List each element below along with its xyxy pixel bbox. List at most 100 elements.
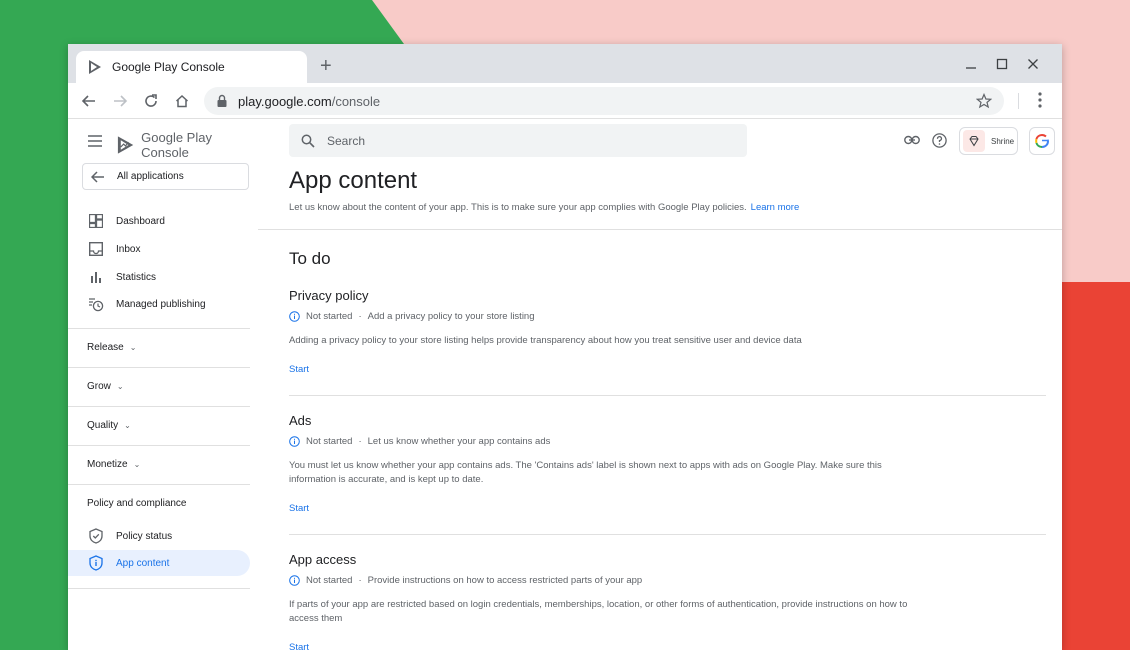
- schedule-icon: [88, 296, 104, 312]
- separator-dot: ·: [358, 575, 362, 586]
- brand-suffix: Console: [141, 145, 189, 160]
- dashboard-icon: [88, 213, 104, 229]
- sidebar-section-grow[interactable]: Grow ⌄: [68, 367, 250, 405]
- start-button[interactable]: Start: [289, 642, 1046, 650]
- close-icon[interactable]: [1027, 58, 1039, 70]
- info-icon: [289, 311, 300, 322]
- toolbar-separator: [1018, 93, 1019, 109]
- brand-logo[interactable]: Google Play Console: [116, 130, 258, 160]
- sidebar-item-label: App content: [116, 557, 170, 569]
- search-icon: [301, 134, 315, 148]
- task-card-privacy-policy: Privacy policy Not started · Add a privacy…: [289, 288, 1046, 375]
- section-label: Policy and compliance: [87, 498, 187, 509]
- browser-tab[interactable]: Google Play Console: [76, 51, 307, 83]
- section-label: Grow: [87, 381, 111, 392]
- play-console-icon: [89, 60, 101, 74]
- address-bar[interactable]: play.google.com/console: [204, 87, 1004, 115]
- card-divider: [289, 395, 1046, 396]
- back-button[interactable]: [79, 91, 99, 111]
- more-vert-icon[interactable]: [1033, 91, 1047, 109]
- chevron-down-icon: ⌄: [124, 421, 131, 430]
- search-placeholder: Search: [327, 133, 366, 148]
- start-button[interactable]: Start: [289, 503, 1046, 514]
- separator-dot: ·: [358, 436, 362, 447]
- tab-title: Google Play Console: [112, 60, 225, 74]
- status-text: Not started: [306, 436, 353, 447]
- sidebar-item-policy-status[interactable]: Policy status: [68, 523, 250, 549]
- task-card-ads: Ads Not started · Let us know whether your…: [289, 413, 1046, 514]
- bar-chart-icon: [88, 269, 104, 285]
- header-divider: [258, 229, 1062, 230]
- brand-text: Google Play Console: [141, 130, 258, 160]
- arrow-back-icon: [91, 170, 104, 183]
- sidebar-section-release[interactable]: Release ⌄: [68, 328, 250, 366]
- sidebar-section-policy[interactable]: Policy and compliance: [68, 484, 250, 522]
- sidebar-item-inbox[interactable]: Inbox: [68, 236, 250, 262]
- chevron-down-icon: ⌄: [116, 382, 124, 391]
- maximize-icon[interactable]: [996, 58, 1008, 70]
- sidebar-item-label: Managed publishing: [116, 298, 206, 310]
- sidebar-section-quality[interactable]: Quality ⌄: [68, 406, 250, 444]
- task-status-row: Not started · Add a privacy policy to your…: [289, 311, 1046, 322]
- tab-bar: Google Play Console +: [68, 44, 1062, 83]
- separator-dot: ·: [358, 311, 362, 322]
- home-icon: [175, 94, 189, 108]
- task-summary: Add a privacy policy to your store listi…: [367, 311, 535, 322]
- shield-check-icon: [88, 528, 104, 544]
- sidebar-divider: [68, 588, 250, 589]
- task-summary: Provide instructions on how to access re…: [367, 575, 643, 586]
- search-input[interactable]: Search: [289, 124, 747, 157]
- app-area: Google Play Console All applications Das…: [68, 119, 1062, 650]
- task-title: Privacy policy: [289, 288, 369, 303]
- page-title: App content: [289, 167, 418, 194]
- brand-prefix: Google Play: [141, 130, 212, 145]
- task-description: If parts of your app are restricted base…: [289, 599, 908, 624]
- status-text: Not started: [306, 575, 353, 586]
- link-icon[interactable]: [904, 135, 920, 145]
- arrow-back-icon: [81, 95, 95, 107]
- info-icon: [289, 575, 300, 586]
- home-button[interactable]: [172, 91, 192, 111]
- account-name: Shrine: [991, 136, 1015, 146]
- todo-heading: To do: [289, 249, 331, 268]
- sidebar-item-dashboard[interactable]: Dashboard: [68, 208, 250, 234]
- help-icon[interactable]: [932, 133, 947, 148]
- info-icon: [289, 436, 300, 447]
- section-label: Quality: [87, 420, 119, 431]
- diamond-icon: [969, 136, 979, 147]
- sidebar-item-app-content[interactable]: App content: [68, 550, 250, 576]
- account-chip[interactable]: Shrine: [959, 127, 1018, 155]
- reload-button[interactable]: [141, 91, 161, 111]
- learn-more-link[interactable]: Learn more: [751, 202, 800, 213]
- inbox-icon: [88, 241, 104, 257]
- section-label: Release: [87, 342, 124, 353]
- google-account-button[interactable]: [1029, 127, 1055, 155]
- minimize-icon[interactable]: [965, 58, 977, 70]
- menu-icon[interactable]: [88, 135, 102, 147]
- lock-icon: [217, 94, 227, 107]
- avatar: [963, 130, 985, 152]
- background-red: [1062, 282, 1130, 650]
- page-description: Let us know about the content of your ap…: [289, 202, 799, 213]
- url-path: /console: [331, 93, 381, 109]
- sidebar-item-managed-publishing[interactable]: Managed publishing: [68, 291, 250, 317]
- sidebar-section-monetize[interactable]: Monetize ⌄: [68, 445, 250, 483]
- sidebar: Google Play Console All applications Das…: [68, 119, 258, 650]
- page-description-text: Let us know about the content of your ap…: [289, 202, 747, 213]
- bookmark-star-icon[interactable]: [976, 93, 992, 109]
- start-button[interactable]: Start: [289, 364, 1046, 375]
- chevron-down-icon: ⌄: [129, 343, 137, 352]
- sidebar-item-label: Policy status: [116, 530, 173, 542]
- sidebar-item-label: Statistics: [116, 271, 157, 283]
- sidebar-item-label: Inbox: [116, 243, 141, 255]
- url-host: play.google.com: [238, 93, 332, 109]
- browser-window: Google Play Console + play.google.com/co…: [68, 44, 1062, 650]
- forward-button[interactable]: [110, 91, 130, 111]
- new-tab-button[interactable]: +: [320, 56, 332, 76]
- google-g-icon: [1035, 134, 1049, 148]
- section-label: Monetize: [87, 459, 128, 470]
- status-text: Not started: [306, 311, 353, 322]
- task-summary: Let us know whether your app contains ad…: [367, 436, 551, 447]
- all-applications-button[interactable]: All applications: [82, 163, 249, 190]
- sidebar-item-statistics[interactable]: Statistics: [68, 264, 250, 290]
